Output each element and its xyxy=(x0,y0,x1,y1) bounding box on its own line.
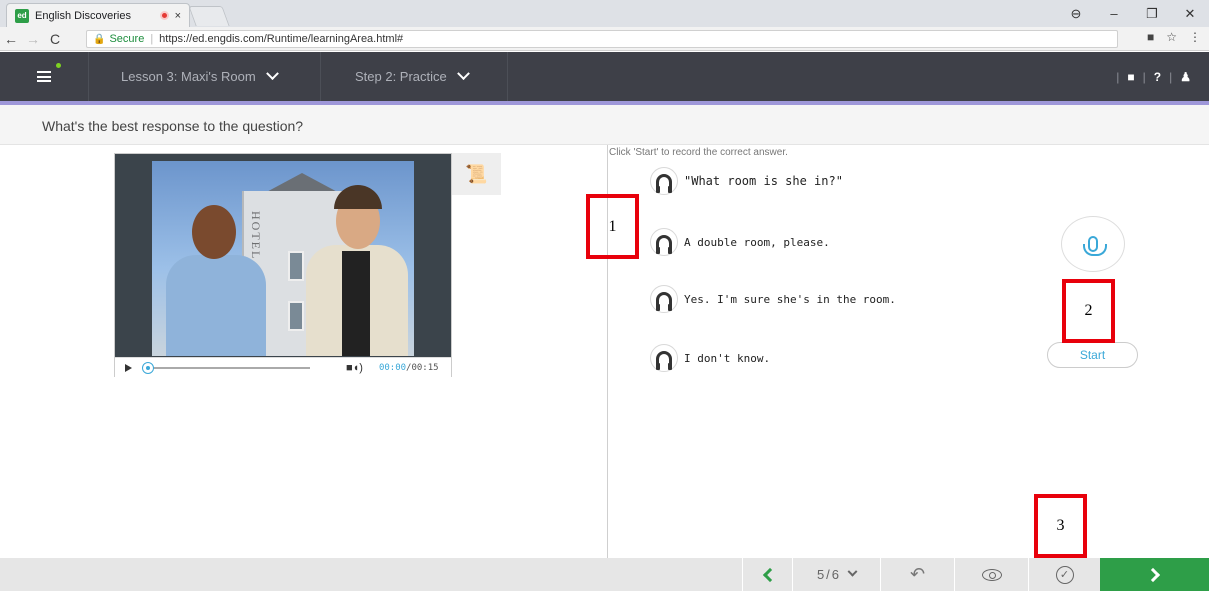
url-separator: | xyxy=(150,33,154,45)
video-frame: HOTEL xyxy=(152,161,414,356)
answer-option: I don't know. xyxy=(650,344,770,372)
script-icon: 📜 xyxy=(465,163,488,184)
microphone-button[interactable] xyxy=(1061,216,1125,272)
check-answer-button[interactable]: ✓ xyxy=(1028,558,1100,591)
reload-icon[interactable]: C xyxy=(44,31,66,47)
address-bar: ← → C 🔒 Secure | https://ed.engdis.com/R… xyxy=(0,27,1209,51)
url-text: https://ed.engdis.com/Runtime/learningAr… xyxy=(159,33,404,45)
headphones-icon xyxy=(656,235,672,254)
transcript-button[interactable]: 📜 xyxy=(452,153,501,195)
annotation-box-1: 1 xyxy=(586,194,639,259)
back-icon[interactable]: ← xyxy=(0,31,22,47)
chevron-left-icon xyxy=(762,567,777,582)
annotation-box-2: 2 xyxy=(1062,279,1115,343)
man-right xyxy=(302,181,412,356)
headphones-button[interactable] xyxy=(650,285,678,313)
video-duration: /00:15 xyxy=(406,362,439,373)
volume-icon[interactable]: ■◖) xyxy=(346,362,363,374)
chevron-down-icon xyxy=(847,566,858,577)
tab-close-button[interactable]: × xyxy=(175,10,181,22)
lock-icon: 🔒 xyxy=(93,33,106,45)
play-icon[interactable] xyxy=(125,363,132,372)
prompt-row: "What room is she in?" xyxy=(650,167,843,195)
header-divider: | xyxy=(1116,69,1120,84)
video-time: 00:00/00:15 xyxy=(379,363,439,373)
lesson-label: Lesson 3: Maxi's Room xyxy=(121,69,256,84)
start-record-button[interactable]: Start xyxy=(1047,342,1138,368)
eye-icon xyxy=(981,568,1002,581)
main-menu-button[interactable] xyxy=(0,52,88,101)
new-tab-button[interactable] xyxy=(188,6,230,26)
man-left xyxy=(162,201,272,356)
current-time: 00:00 xyxy=(378,362,407,373)
headphones-icon xyxy=(656,292,672,311)
instruction-text: Click 'Start' to record the correct answ… xyxy=(609,147,788,158)
camera-icon[interactable]: ■ xyxy=(1147,30,1154,44)
app-header: Lesson 3: Maxi's Room Step 2: Practice |… xyxy=(0,52,1209,101)
headphones-icon xyxy=(656,351,672,370)
browser-tab-bar: ed English Discoveries × ⊖ – ❐ ✕ xyxy=(0,0,1209,27)
prompt-text: "What room is she in?" xyxy=(684,174,843,188)
check-icon: ✓ xyxy=(1055,565,1074,584)
show-answer-button[interactable] xyxy=(954,558,1028,591)
footer-nav: 5/6 ↶ ✓ xyxy=(0,558,1209,591)
lesson-dropdown[interactable]: Lesson 3: Maxi's Room xyxy=(88,52,320,101)
page-indicator: 5/6 xyxy=(816,567,842,582)
video-player[interactable]: HOTEL ■◖) 00:00/00:15 xyxy=(114,153,452,377)
step-dropdown[interactable]: Step 2: Practice xyxy=(320,52,508,101)
video-controls: ■◖) 00:00/00:15 xyxy=(115,357,451,377)
answer-option: A double room, please. xyxy=(650,228,830,256)
reset-button[interactable]: ↶ xyxy=(880,558,954,591)
headphones-icon xyxy=(656,174,672,193)
notification-dot-icon xyxy=(56,63,61,68)
undo-icon: ↶ xyxy=(909,564,926,584)
headphones-button[interactable] xyxy=(650,167,678,195)
restore-button[interactable]: ❐ xyxy=(1133,6,1171,22)
minimize-button[interactable]: – xyxy=(1095,6,1133,21)
chevron-right-icon xyxy=(1145,567,1160,582)
close-window-button[interactable]: ✕ xyxy=(1171,6,1209,22)
dictionary-icon[interactable]: ■ xyxy=(1127,70,1134,84)
hamburger-icon xyxy=(37,71,51,82)
forward-icon[interactable]: → xyxy=(22,31,44,47)
help-icon[interactable]: ? xyxy=(1154,70,1161,84)
answer-text: I don't know. xyxy=(684,351,771,365)
headphones-button[interactable] xyxy=(650,344,678,372)
chevron-down-icon xyxy=(456,67,470,81)
browser-menu-icon[interactable]: ⋮ xyxy=(1189,30,1201,44)
header-divider: | xyxy=(1142,69,1146,84)
site-favicon-icon: ed xyxy=(15,8,29,23)
headphones-button[interactable] xyxy=(650,228,678,256)
tab-title: English Discoveries xyxy=(35,9,131,22)
header-divider: | xyxy=(1169,69,1173,84)
url-field[interactable]: 🔒 Secure | https://ed.engdis.com/Runtime… xyxy=(86,30,1118,48)
question-bar: What's the best response to the question… xyxy=(0,105,1209,145)
question-text: What's the best response to the question… xyxy=(42,118,304,134)
answer-text: A double room, please. xyxy=(684,235,830,249)
chevron-down-icon xyxy=(265,67,279,81)
microphone-icon xyxy=(1083,236,1107,256)
previous-button[interactable] xyxy=(742,558,792,591)
progress-knob[interactable] xyxy=(142,361,154,374)
user-icon[interactable]: ♟ xyxy=(1180,70,1191,84)
annotation-box-3: 3 xyxy=(1034,494,1087,558)
bookmark-star-icon[interactable]: ☆ xyxy=(1166,30,1177,44)
answer-text: Yes. I'm sure she's in the room. xyxy=(684,292,896,306)
page-selector[interactable]: 5/6 xyxy=(792,558,880,591)
browser-tab[interactable]: ed English Discoveries × xyxy=(6,3,190,27)
next-button[interactable] xyxy=(1100,558,1209,591)
video-progress-bar[interactable] xyxy=(142,361,310,374)
recording-icon xyxy=(159,11,169,20)
step-label: Step 2: Practice xyxy=(355,69,447,84)
answer-option: Yes. I'm sure she's in the room. xyxy=(650,285,896,313)
profile-icon[interactable]: ⊖ xyxy=(1057,6,1095,22)
secure-label: Secure xyxy=(109,33,145,45)
